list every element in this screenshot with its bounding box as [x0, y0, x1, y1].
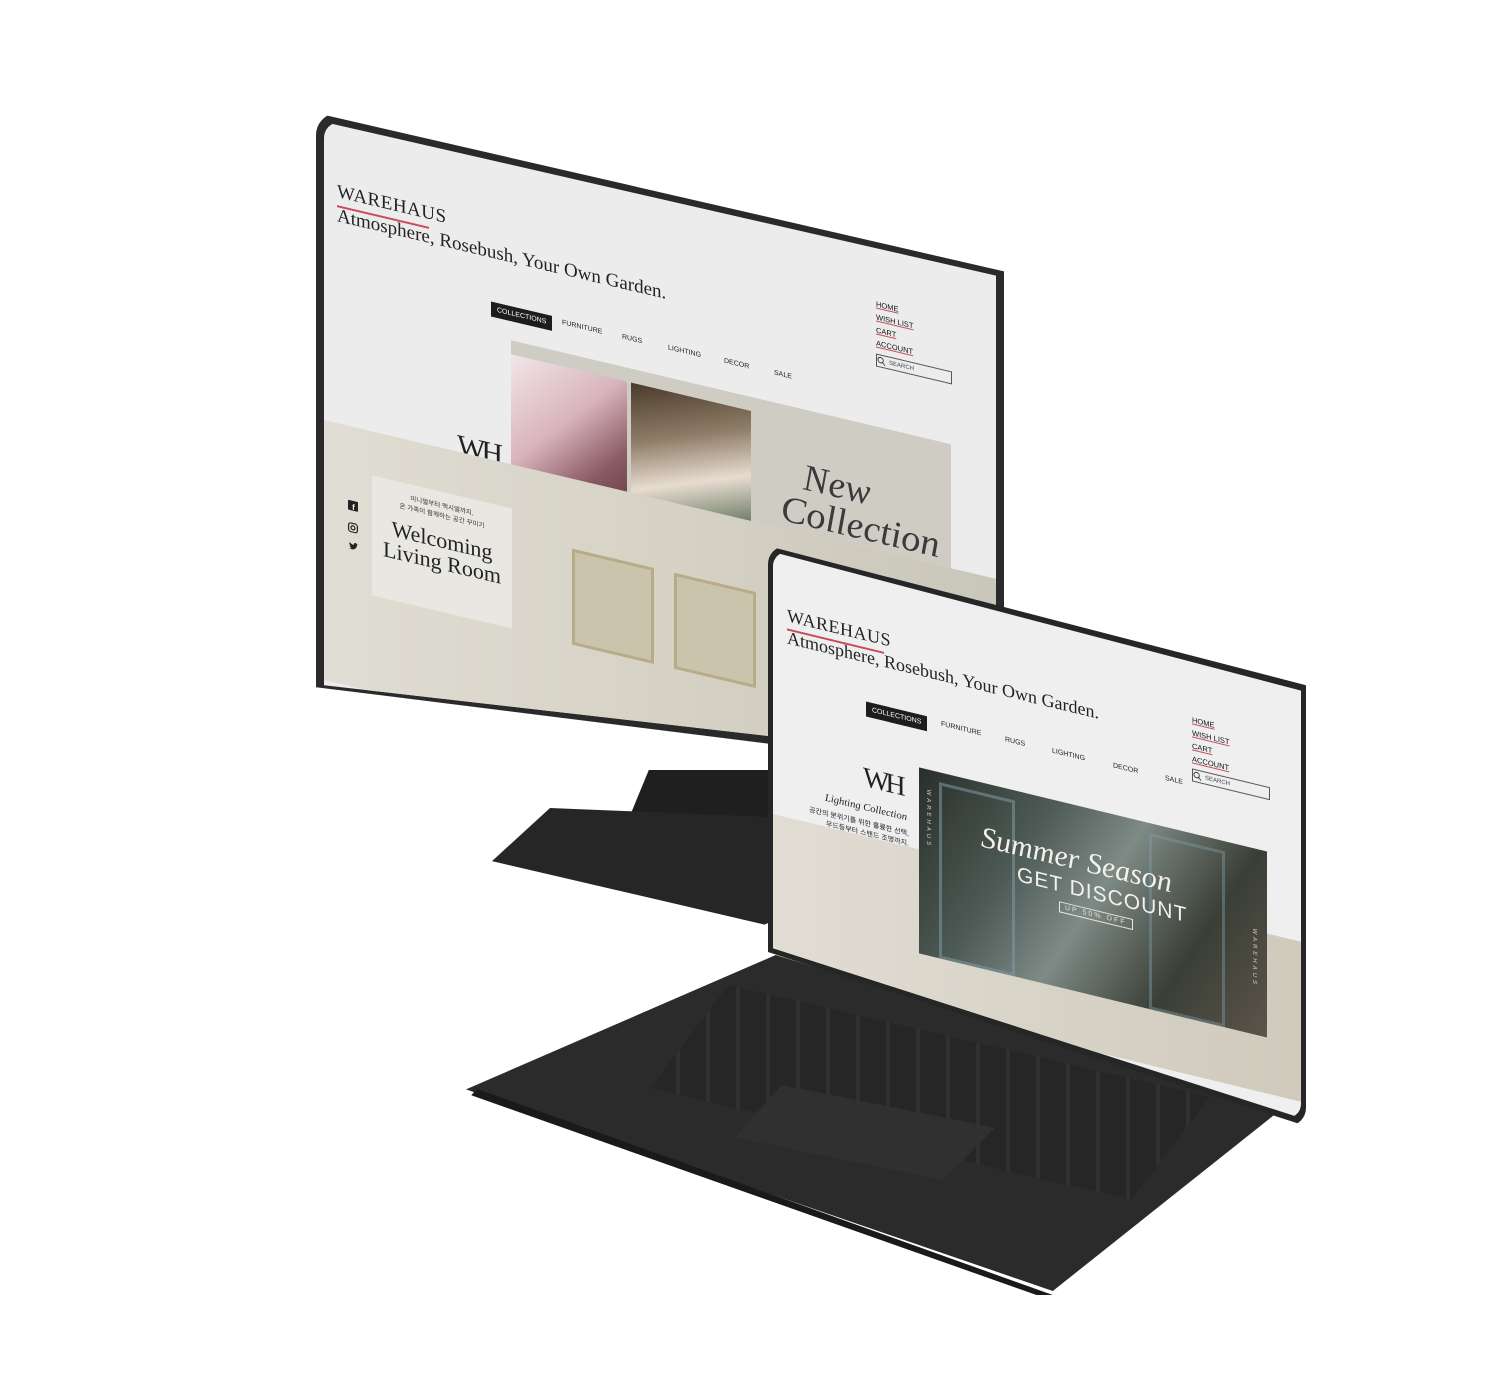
nav-sale[interactable]: SALE: [1165, 775, 1183, 786]
nav-collections[interactable]: COLLECTIONS: [491, 301, 553, 331]
nav-lighting[interactable]: LIGHTING: [1052, 747, 1085, 762]
nav-decor[interactable]: DECOR: [724, 358, 749, 371]
nav-sale[interactable]: SALE: [774, 369, 792, 380]
site-tagline: Atmosphere, Rosebush, Your Own Garden.: [787, 627, 1099, 723]
util-home-link[interactable]: HOME: [876, 299, 899, 313]
facebook-icon[interactable]: f: [348, 499, 358, 515]
hero-window-frame-right: [1149, 832, 1225, 1028]
util-home-link[interactable]: HOME: [1192, 715, 1215, 729]
nav-furniture[interactable]: FURNITURE: [941, 721, 981, 738]
site-tagline: Atmosphere, Rosebush, Your Own Garden.: [337, 205, 667, 304]
twitter-icon[interactable]: [348, 538, 359, 559]
search-input[interactable]: SEARCH: [1192, 768, 1270, 801]
svg-text:f: f: [352, 503, 355, 512]
util-cart-link[interactable]: CART: [876, 325, 896, 339]
nav-decor[interactable]: DECOR: [1113, 762, 1138, 775]
hero-side-brand-left: WAREHAUS: [925, 788, 931, 849]
util-cart-link[interactable]: CART: [1192, 741, 1212, 755]
nav-rugs[interactable]: RUGS: [1005, 736, 1025, 748]
nav-rugs[interactable]: RUGS: [622, 333, 642, 345]
search-icon: [1193, 771, 1202, 781]
wh-monogram: WH: [863, 761, 902, 803]
nav-lighting[interactable]: LIGHTING: [668, 344, 701, 359]
search-icon: [877, 356, 886, 366]
instagram-icon[interactable]: [348, 519, 359, 539]
wall-frame-2: [674, 572, 756, 689]
monitor-stand-base: [492, 808, 782, 926]
hero-window-frame-left: [939, 782, 1015, 977]
util-account-link[interactable]: ACCOUNT: [876, 338, 913, 356]
search-input[interactable]: SEARCH: [876, 353, 952, 385]
search-placeholder: SEARCH: [889, 360, 915, 372]
desktop-webpage: WAREHAUS Atmosphere, Rosebush, Your Own …: [324, 122, 996, 762]
search-placeholder: SEARCH: [1205, 775, 1231, 788]
hero-side-brand-right: WAREHAUS: [1251, 927, 1257, 988]
nav-collections[interactable]: COLLECTIONS: [866, 701, 928, 732]
wall-frame-1: [572, 548, 654, 665]
nav-furniture[interactable]: FURNITURE: [562, 319, 602, 336]
